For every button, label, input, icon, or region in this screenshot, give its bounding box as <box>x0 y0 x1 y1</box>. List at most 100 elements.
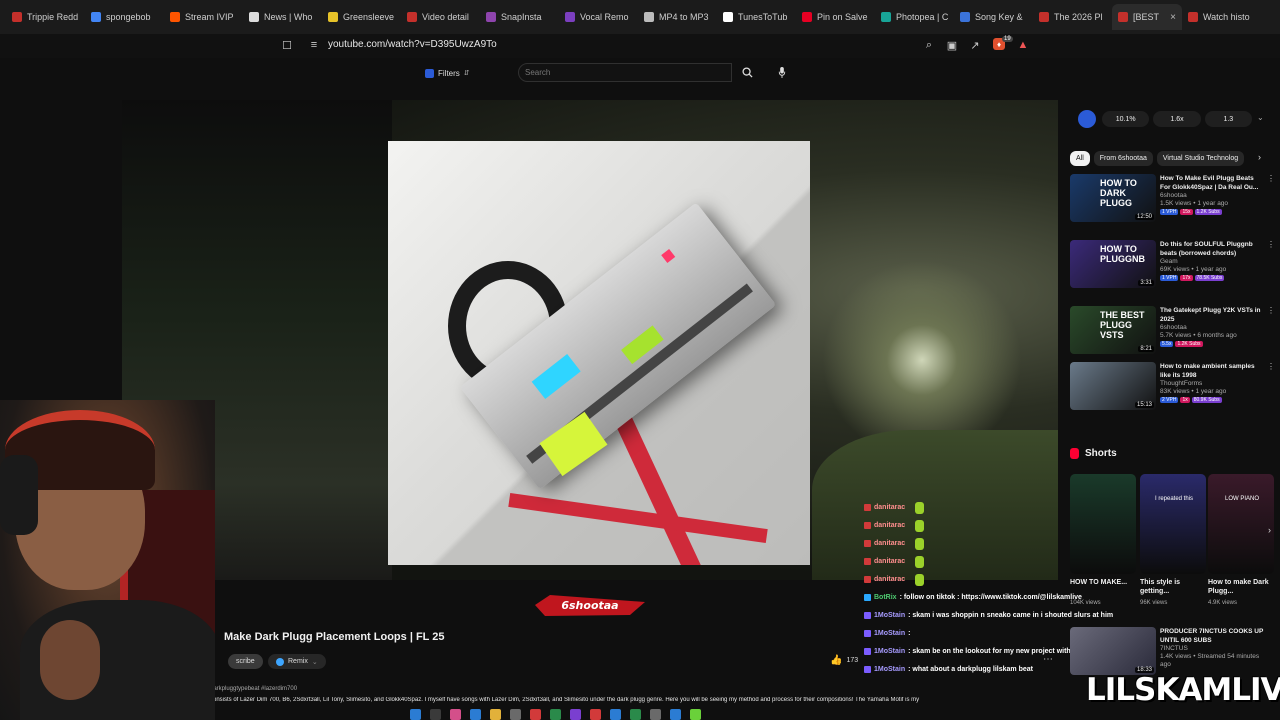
chat-badge-icon <box>864 612 871 619</box>
voice-search-button[interactable] <box>772 63 792 82</box>
close-icon[interactable]: × <box>1170 12 1176 23</box>
chevron-right-icon[interactable]: › <box>1258 152 1261 162</box>
browser-tab[interactable]: TunesToTub <box>717 4 796 30</box>
channel-name: 7INCTUS <box>1160 645 1188 652</box>
stat-badge: 80.9K Subs <box>1191 397 1222 403</box>
streamer-hand <box>40 620 100 700</box>
chat-username: danitarac <box>874 576 906 583</box>
streamer-watermark: LILSKAMLIVE <box>1086 672 1280 708</box>
shorts-icon <box>1070 448 1079 459</box>
taskbar-app-icon[interactable] <box>590 708 601 720</box>
taskbar-app-icon[interactable] <box>610 708 621 720</box>
subscribe-button[interactable]: scribe <box>228 654 263 669</box>
search-button[interactable] <box>734 63 760 82</box>
brave-rewards-icon[interactable]: ▲ <box>1017 39 1029 51</box>
browser-tab[interactable]: Greensleeve <box>322 4 401 30</box>
short-thumbnail[interactable]: LOW PIANO <box>1208 474 1274 574</box>
recommended-video[interactable]: HOW TO DARK PLUGG 12:50 How To Make Evil P… <box>1070 174 1275 226</box>
browser-tab[interactable]: Trippie Redd <box>6 4 85 30</box>
taskbar-app-icon[interactable] <box>450 708 461 720</box>
browser-tab[interactable]: SnapInsta <box>480 4 559 30</box>
short-thumbnail[interactable] <box>1070 474 1136 574</box>
browser-tab[interactable]: Watch histo <box>1182 4 1261 30</box>
description-hashtags[interactable]: darkpluggtypebeat #lazerdim700 <box>210 686 297 692</box>
short-thumbnail[interactable]: I repeated this <box>1140 474 1206 574</box>
stats-badges: 2 VPH 1x 80.9K Subs <box>1160 397 1263 403</box>
browser-tab[interactable]: Vocal Remo <box>559 4 638 30</box>
taskbar-app-icon[interactable] <box>690 708 701 720</box>
browser-tab[interactable]: News | Who <box>243 4 322 30</box>
search-input[interactable]: Search <box>518 63 732 82</box>
stat-chip[interactable]: 10.1% <box>1102 111 1150 127</box>
browser-tab[interactable]: Song Key & <box>954 4 1033 30</box>
taskbar-app-icon[interactable] <box>650 708 661 720</box>
taskbar-app-icon[interactable] <box>570 708 581 720</box>
taskbar-app-icon[interactable] <box>630 708 641 720</box>
url-text[interactable]: youtube.com/watch?v=D395UwzA9To <box>328 39 497 50</box>
tab-label: Song Key & <box>975 12 1023 22</box>
remix-button[interactable]: Remix ⌄ <box>268 654 326 669</box>
stat-badge: 1.2K Subs <box>1194 209 1222 215</box>
filter-chip[interactable]: Virtual Studio Technolog <box>1156 150 1245 166</box>
chat-badge-icon <box>864 504 871 511</box>
taskbar-app-icon[interactable] <box>530 708 541 720</box>
tab-label: [BEST <box>1133 12 1160 22</box>
tab-favicon-icon <box>1188 12 1198 22</box>
tab-favicon-icon <box>802 12 812 22</box>
browser-tab[interactable]: MP4 to MP3 <box>638 4 717 30</box>
tab-label: TunesToTub <box>738 12 788 22</box>
browser-tab[interactable]: [BEST × <box>1112 4 1182 30</box>
tab-label: MP4 to MP3 <box>659 12 709 22</box>
browser-tab[interactable]: spongebob <box>85 4 164 30</box>
streamer-webcam <box>0 400 215 720</box>
taskbar-app-icon[interactable] <box>410 708 421 720</box>
more-options-icon[interactable]: ⋮ <box>1267 306 1275 358</box>
extension-badge: 19 <box>1002 36 1013 42</box>
site-info-icon[interactable]: ≡ <box>308 39 320 51</box>
stat-chip[interactable]: 1.6x <box>1153 111 1201 127</box>
browser-tab[interactable]: The 2026 Pl <box>1033 4 1112 30</box>
description-text[interactable]: consists of Lazer Dim 700, B6, 2Sdxrt3al… <box>210 697 1060 703</box>
install-app-icon[interactable]: ▣ <box>946 39 958 52</box>
video-info: Do this for SOULFUL Pluggnb beats (borro… <box>1160 240 1263 292</box>
chevron-down-icon[interactable]: ⌄ <box>1257 113 1264 122</box>
share-icon[interactable]: ↗ <box>969 39 981 52</box>
short-title[interactable]: HOW TO MAKE... <box>1070 578 1136 587</box>
more-options-icon[interactable]: ⋮ <box>1267 362 1275 414</box>
chat-username: 1MoStain <box>874 612 906 619</box>
stat-badge: 1 VPH <box>1160 275 1179 281</box>
taskbar-app-icon[interactable] <box>550 708 561 720</box>
stat-chip[interactable]: 1.3 <box>1204 111 1252 127</box>
browser-tab[interactable]: Pin on Salve <box>796 4 875 30</box>
tab-label: The 2026 Pl <box>1054 12 1103 22</box>
taskbar-app-icon[interactable] <box>430 708 441 720</box>
like-button[interactable]: 👍 173 <box>830 655 858 666</box>
filter-chip[interactable]: All <box>1070 150 1090 166</box>
filter-chip[interactable]: From 6shootaa <box>1093 150 1153 166</box>
taskbar-app-icon[interactable] <box>670 708 681 720</box>
browser-tab[interactable]: Photopea | C <box>875 4 954 30</box>
taskbar-app-icon[interactable] <box>470 708 481 720</box>
zoom-icon[interactable]: ⌕ <box>923 39 935 51</box>
recommended-video[interactable]: 15:13 How to make ambient samples like it… <box>1070 362 1275 414</box>
short-title[interactable]: How to make Dark Plugg... <box>1208 578 1274 596</box>
recommended-video[interactable]: HOW TO PLUGGNB 3:31 Do this for SOULFUL Pl… <box>1070 240 1275 292</box>
more-options-icon[interactable]: ⋮ <box>1267 240 1275 292</box>
recommended-video[interactable]: THE BEST PLUGG VSTS 8:21 The Gatekept Plug… <box>1070 306 1275 358</box>
browser-tab[interactable]: Stream IVIP <box>164 4 243 30</box>
filters-button[interactable]: Filters ⇵ <box>425 66 470 80</box>
chevron-right-icon[interactable]: › <box>1268 525 1271 535</box>
tab-favicon-icon <box>91 12 101 22</box>
more-options-icon[interactable]: ⋮ <box>1267 174 1275 226</box>
tab-label: Trippie Redd <box>27 12 79 22</box>
bookmark-icon[interactable]: ☐ <box>281 39 293 52</box>
producer-rec-card[interactable]: 18:33 PRODUCER 7INCTUS COOKS UP UNTIL 60… <box>1070 627 1275 677</box>
taskbar-app-icon[interactable] <box>510 708 521 720</box>
tab-label: Greensleeve <box>343 12 395 22</box>
extension-avatar-icon[interactable] <box>1078 110 1096 128</box>
stats-badges: 5.5x 1.2K Subs <box>1160 341 1263 347</box>
taskbar-app-icon[interactable] <box>490 708 501 720</box>
short-title[interactable]: This style is getting... <box>1140 578 1206 596</box>
browser-tab[interactable]: Video detail <box>401 4 480 30</box>
shorts-header: Shorts <box>1070 448 1117 459</box>
